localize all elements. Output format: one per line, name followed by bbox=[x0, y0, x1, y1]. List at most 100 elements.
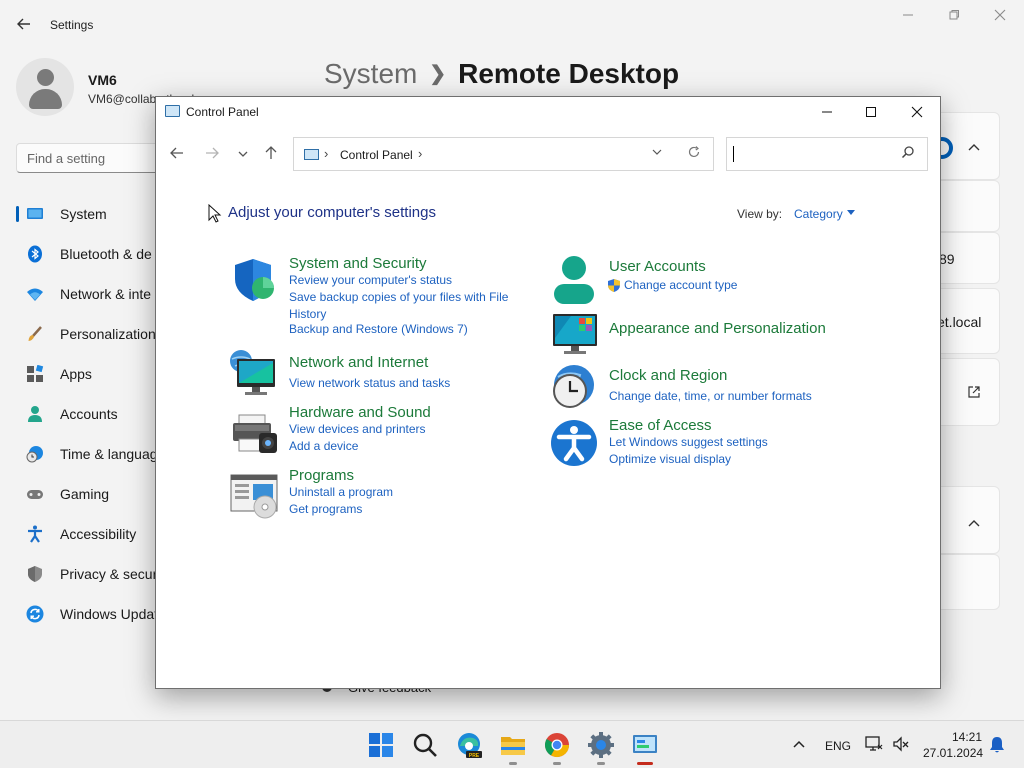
link-get-programs[interactable]: Get programs bbox=[289, 501, 393, 518]
start-icon[interactable] bbox=[367, 731, 395, 759]
nav-item-time-language[interactable]: Time & languag bbox=[16, 434, 176, 474]
forward-button[interactable] bbox=[201, 145, 223, 167]
chevron-up-icon[interactable] bbox=[792, 739, 806, 749]
dropdown-arrow-icon[interactable] bbox=[847, 210, 855, 215]
search-icon[interactable] bbox=[411, 731, 439, 759]
link-optimize-display[interactable]: Optimize visual display bbox=[609, 451, 768, 468]
nav-item-accounts[interactable]: Accounts bbox=[16, 394, 176, 434]
ease-of-access-icon[interactable] bbox=[550, 419, 598, 467]
nav-item-privacy[interactable]: Privacy & secur bbox=[16, 554, 176, 594]
back-arrow-icon[interactable] bbox=[14, 14, 34, 34]
file-explorer-icon[interactable] bbox=[499, 731, 527, 759]
recent-locations-button[interactable] bbox=[232, 145, 254, 167]
chevron-up-icon[interactable] bbox=[967, 139, 981, 157]
nav-item-apps[interactable]: Apps bbox=[16, 354, 176, 394]
minimize-button[interactable] bbox=[804, 97, 850, 127]
restore-icon[interactable] bbox=[944, 8, 964, 26]
link-uninstall-program[interactable]: Uninstall a program bbox=[289, 484, 393, 501]
category-title[interactable]: Appearance and Personalization bbox=[609, 320, 826, 337]
address-segment[interactable]: Control Panel bbox=[340, 148, 413, 162]
language-indicator[interactable]: ENG bbox=[825, 739, 851, 753]
maximize-icon bbox=[866, 107, 876, 117]
edge-dev-icon[interactable]: PRE bbox=[455, 731, 483, 759]
category-hardware-sound: Hardware and Sound View devices and prin… bbox=[289, 404, 431, 455]
control-panel-icon bbox=[165, 105, 180, 117]
search-icon[interactable] bbox=[901, 145, 915, 162]
mouse-cursor-icon bbox=[208, 204, 222, 223]
refresh-button[interactable] bbox=[687, 145, 701, 163]
link-review-status[interactable]: Review your computer's status bbox=[289, 272, 508, 289]
nav-item-bluetooth[interactable]: Bluetooth & de bbox=[16, 234, 176, 274]
link-backup-restore[interactable]: Backup and Restore (Windows 7) bbox=[289, 321, 508, 338]
search-input[interactable]: Find a setting bbox=[16, 143, 176, 173]
minimize-icon bbox=[822, 111, 832, 113]
clock-region-icon[interactable] bbox=[548, 363, 598, 413]
category-user-accounts: User Accounts Change account type bbox=[608, 258, 737, 294]
nav-label: Time & languag bbox=[60, 446, 158, 462]
notification-bell-icon[interactable] bbox=[989, 736, 1005, 754]
address-bar[interactable]: › Control Panel › bbox=[293, 137, 714, 171]
avatar[interactable] bbox=[16, 58, 74, 116]
category-title[interactable]: Network and Internet bbox=[289, 354, 450, 371]
category-title[interactable]: System and Security bbox=[289, 255, 508, 272]
minimize-icon[interactable] bbox=[898, 8, 918, 26]
user-accounts-icon[interactable] bbox=[552, 255, 596, 305]
accounts-icon bbox=[26, 405, 44, 423]
category-title[interactable]: Hardware and Sound bbox=[289, 404, 431, 421]
view-by-label: View by: bbox=[737, 207, 783, 221]
network-status-icon[interactable] bbox=[865, 736, 883, 752]
category-title[interactable]: Programs bbox=[289, 467, 393, 484]
link-network-status[interactable]: View network status and tasks bbox=[289, 375, 450, 392]
nav-item-windows-update[interactable]: Windows Updat bbox=[16, 594, 176, 634]
address-history-button[interactable] bbox=[651, 146, 663, 161]
nav-item-system[interactable]: System bbox=[16, 194, 176, 234]
gamepad-icon bbox=[26, 485, 44, 503]
view-by-dropdown[interactable]: Category bbox=[794, 207, 843, 221]
category-title[interactable]: Clock and Region bbox=[609, 367, 812, 384]
clock-date[interactable]: 27.01.2024 bbox=[923, 746, 983, 760]
breadcrumb-parent[interactable]: System bbox=[324, 58, 417, 89]
link-devices-printers[interactable]: View devices and printers bbox=[289, 421, 431, 438]
nav-item-network[interactable]: Network & inte bbox=[16, 274, 176, 314]
running-indicator bbox=[597, 762, 605, 765]
clock-time[interactable]: 14:21 bbox=[952, 730, 982, 744]
link-change-account-type[interactable]: Change account type bbox=[624, 277, 737, 294]
breadcrumb-chevron-icon[interactable]: › bbox=[324, 146, 328, 161]
category-title[interactable]: Ease of Access bbox=[609, 417, 768, 434]
chevron-up-icon[interactable] bbox=[967, 515, 981, 533]
network-icon[interactable] bbox=[229, 349, 279, 397]
breadcrumb-chevron-icon[interactable]: › bbox=[418, 146, 422, 161]
nav-item-personalization[interactable]: Personalization bbox=[16, 314, 176, 354]
refresh-icon bbox=[688, 146, 700, 158]
control-panel-window: Control Panel › Control Panel › Adjust y… bbox=[155, 96, 941, 689]
running-indicator bbox=[509, 762, 517, 765]
page-title: System ❯ Remote Desktop bbox=[324, 58, 679, 90]
title-bar[interactable]: Control Panel bbox=[156, 97, 940, 127]
back-button[interactable] bbox=[166, 145, 188, 167]
maximize-button[interactable] bbox=[848, 97, 894, 127]
appearance-icon[interactable] bbox=[551, 312, 599, 356]
close-icon[interactable] bbox=[990, 8, 1010, 26]
link-suggest-settings[interactable]: Let Windows suggest settings bbox=[609, 434, 768, 451]
settings-app-title: Settings bbox=[50, 18, 94, 32]
category-title[interactable]: User Accounts bbox=[609, 258, 737, 275]
link-change-date-time[interactable]: Change date, time, or number formats bbox=[609, 388, 812, 405]
shield-icon[interactable] bbox=[231, 257, 277, 303]
nav-label: Network & inte bbox=[60, 286, 152, 302]
link-save-backup[interactable]: Save backup copies of your files with Fi… bbox=[289, 289, 508, 306]
nav-label: Accessibility bbox=[60, 526, 137, 542]
link-add-device[interactable]: Add a device bbox=[289, 438, 431, 455]
control-panel-icon[interactable] bbox=[631, 731, 659, 759]
nav-item-gaming[interactable]: Gaming bbox=[16, 474, 176, 514]
chrome-icon[interactable] bbox=[543, 731, 571, 759]
up-button[interactable] bbox=[260, 145, 282, 167]
printer-icon[interactable] bbox=[231, 413, 279, 455]
programs-icon[interactable] bbox=[229, 473, 281, 519]
close-button[interactable] bbox=[894, 97, 940, 127]
category-clock-region: Clock and Region Change date, time, or n… bbox=[609, 367, 812, 405]
bluetooth-icon bbox=[26, 245, 44, 263]
settings-icon[interactable] bbox=[587, 731, 615, 759]
search-input[interactable] bbox=[726, 137, 928, 171]
volume-muted-icon[interactable] bbox=[892, 736, 910, 752]
nav-item-accessibility[interactable]: Accessibility bbox=[16, 514, 176, 554]
